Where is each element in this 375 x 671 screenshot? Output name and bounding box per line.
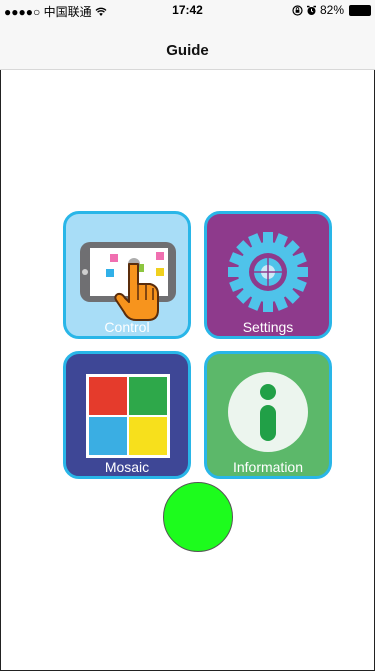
settings-tile[interactable]: Settings (204, 211, 332, 339)
control-tile[interactable]: Control (63, 211, 191, 339)
information-tile[interactable]: Information (204, 351, 332, 479)
alarm-icon (306, 5, 316, 15)
status-right: 82% (292, 3, 371, 17)
tablet-touch-icon (80, 242, 176, 321)
navigation-bar: Guide (0, 20, 375, 70)
info-icon (228, 372, 308, 452)
page-title: Guide (166, 42, 209, 59)
mosaic-tile[interactable]: Mosaic (63, 351, 191, 479)
rotation-lock-icon (292, 4, 303, 16)
battery-icon (349, 4, 371, 16)
battery-percentage: 82% (319, 3, 344, 17)
green-circle-button[interactable] (163, 482, 233, 552)
control-label: Control (104, 319, 150, 335)
information-label: Information (232, 459, 304, 475)
mosaic-label: Mosaic (104, 459, 150, 475)
mosaic-icon (86, 374, 170, 458)
settings-label: Settings (242, 319, 294, 335)
gear-icon (228, 232, 308, 312)
status-bar: ●●●●○ 中国联通 17:42 82% (0, 0, 375, 20)
